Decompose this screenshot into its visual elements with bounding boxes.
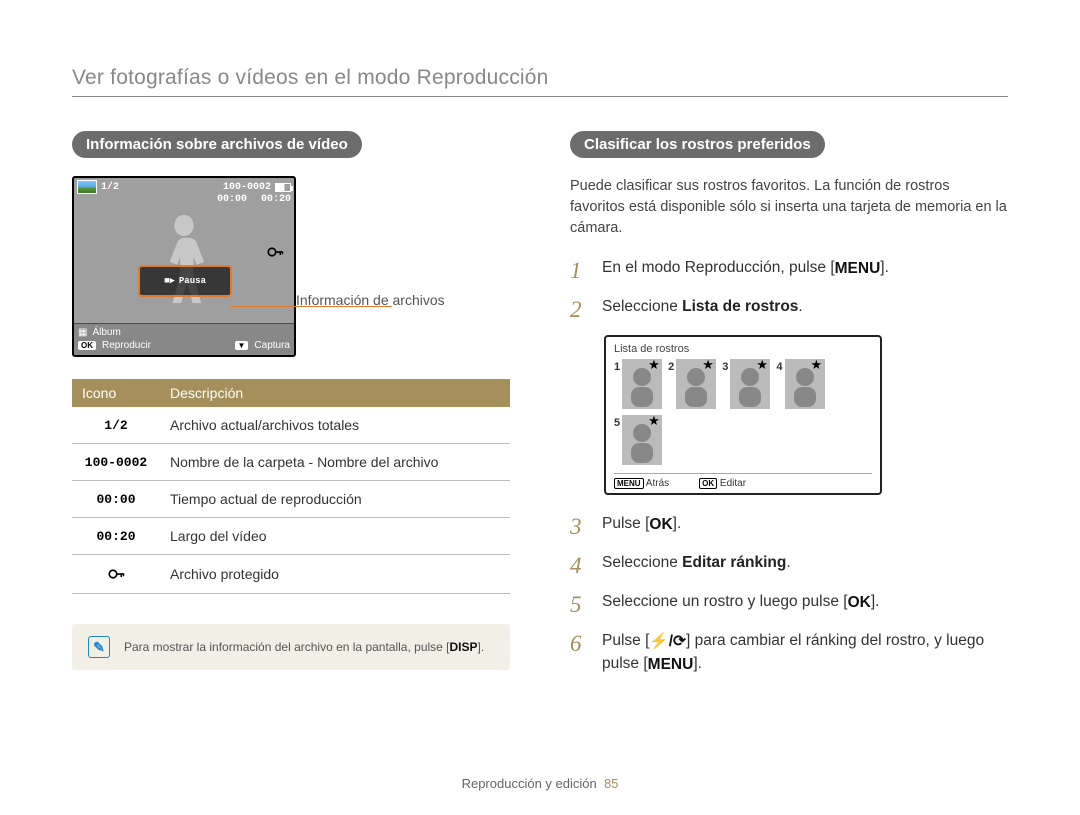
flash-timer-icons: ⚡/⟳ [649, 633, 686, 650]
face-cell: 1 ★ [614, 359, 662, 409]
step-item: 5 Seleccione un rostro y luego pulse [OK… [570, 591, 1008, 616]
ok-label: Reproducir [102, 340, 151, 351]
face-cell: 3 ★ [722, 359, 770, 409]
step-number: 2 [570, 296, 588, 321]
step-item: 4 Seleccione Editar ránking. [570, 552, 1008, 577]
face-cell: 2 ★ [668, 359, 716, 409]
step-item: 6 Pulse [⚡/⟳] para cambiar el ránking de… [570, 630, 1008, 675]
step-number: 6 [570, 630, 588, 655]
down-tag: ▼ [235, 341, 249, 350]
battery-icon [275, 183, 291, 192]
counter-value: 1/2 [101, 182, 119, 193]
icon-description-table: Icono Descripción 1/2 Archivo actual/arc… [72, 379, 510, 594]
note-text: Para mostrar la información del archivo … [124, 640, 484, 654]
folder-file-value: 100-0002 [223, 182, 271, 193]
face-cell: 4 ★ [776, 359, 824, 409]
intro-paragraph: Puede clasificar sus rostros favoritos. … [570, 176, 1008, 239]
info-note-icon: ✎ [88, 636, 110, 658]
table-head-desc: Descripción [160, 379, 510, 407]
edit-label: Editar [720, 478, 746, 489]
callout-label: Información de archivos [296, 176, 445, 308]
star-icon: ★ [702, 357, 714, 373]
page-footer: Reproducción y edición 85 [0, 776, 1080, 791]
faces-panel: Lista de rostros 1 ★ 2 ★ 3 ★ [604, 335, 882, 495]
left-column: Información sobre archivos de vídeo 1/2 … [72, 131, 510, 689]
table-row: 100-0002 Nombre de la carpeta - Nombre d… [72, 444, 510, 481]
star-icon: ★ [648, 413, 660, 429]
step-item: 3 Pulse [OK]. [570, 513, 1008, 538]
album-grid-icon: ▦ [78, 327, 86, 338]
left-heading-pill: Información sobre archivos de vídeo [72, 131, 362, 158]
faces-panel-title: Lista de rostros [614, 343, 872, 355]
step-number: 1 [570, 257, 588, 282]
file-info-callout-box: ■▶Pausa [138, 265, 232, 297]
star-icon: ★ [648, 357, 660, 373]
step-number: 4 [570, 552, 588, 577]
step-item: 2 Seleccione Lista de rostros. [570, 296, 1008, 321]
time-cur-value: 00:00 [217, 194, 247, 205]
star-icon: ★ [756, 357, 768, 373]
note-box: ✎ Para mostrar la información del archiv… [72, 624, 510, 670]
step-item: 1 En el modo Reproducción, pulse [MENU]. [570, 257, 1008, 282]
table-head-icon: Icono [72, 379, 160, 407]
ok-tag: OK [699, 478, 717, 489]
table-row: 00:00 Tiempo actual de reproducción [72, 481, 510, 518]
lock-key-icon [107, 565, 125, 583]
table-row: 00:20 Largo del vídeo [72, 518, 510, 555]
page-title: Ver fotografías o vídeos en el modo Repr… [72, 66, 1008, 97]
right-heading-pill: Clasificar los rostros preferidos [570, 131, 825, 158]
face-cell: 5 ★ [614, 415, 872, 465]
ok-tag: OK [78, 341, 96, 350]
callout-connector-line [230, 306, 392, 307]
play-thumbnail-icon [77, 180, 97, 194]
time-len-value: 00:20 [261, 194, 291, 205]
star-icon: ★ [811, 357, 823, 373]
step-number: 3 [570, 513, 588, 538]
table-row: 1/2 Archivo actual/archivos totales [72, 407, 510, 444]
lock-key-icon [266, 243, 284, 261]
back-label: Atrás [646, 478, 669, 489]
right-column: Clasificar los rostros preferidos Puede … [570, 131, 1008, 689]
menu-tag: MENU [614, 478, 644, 489]
table-row: Archivo protegido [72, 555, 510, 594]
step-number: 5 [570, 591, 588, 616]
camera-screen-preview: 1/2 100-0002 00:00 00:20 [72, 176, 296, 357]
capture-label: Captura [254, 340, 290, 351]
album-label: Álbum [92, 327, 120, 338]
